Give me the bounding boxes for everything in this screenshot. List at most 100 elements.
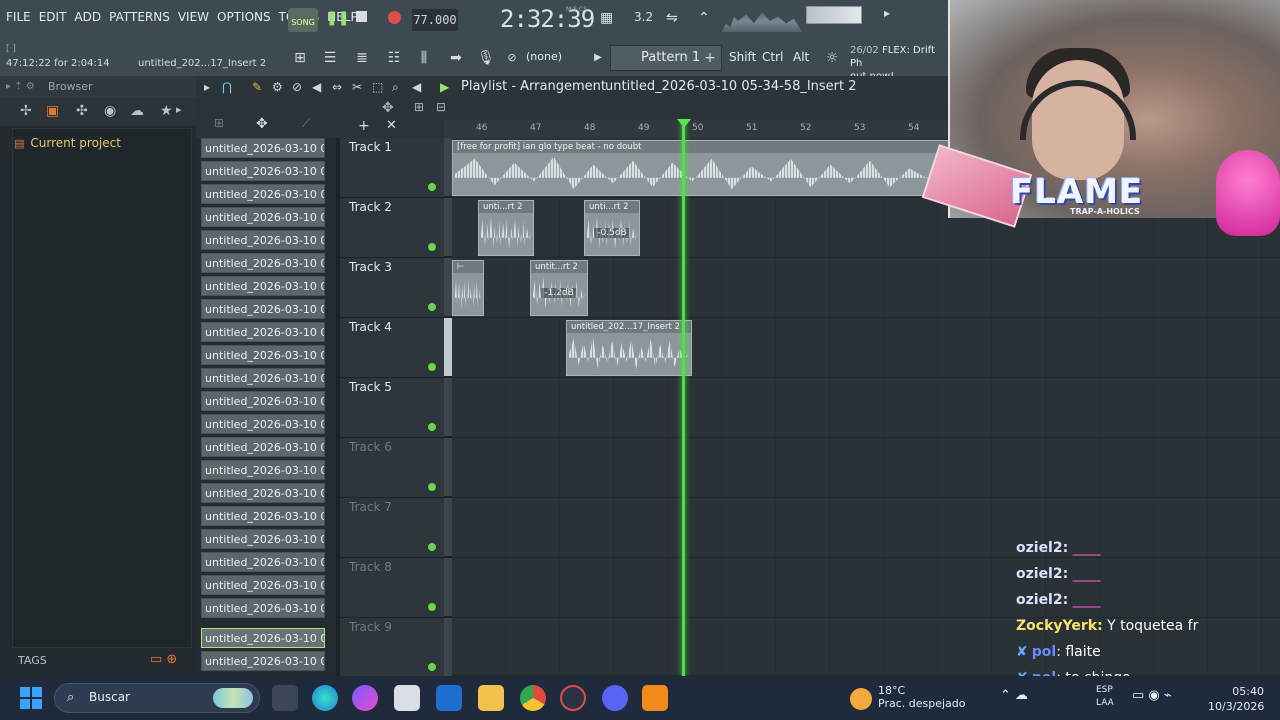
menu-options[interactable]: OPTIONS xyxy=(217,10,271,24)
track-header-9[interactable]: Track 9 xyxy=(340,618,444,678)
record-icon[interactable] xyxy=(388,11,401,24)
track-grip[interactable] xyxy=(444,618,452,676)
add-pattern-icon[interactable]: + xyxy=(700,48,720,68)
play-icon[interactable]: ▶ xyxy=(440,80,449,94)
scroll-arrows-icon[interactable]: ✥ xyxy=(382,100,394,116)
track-enable-led[interactable] xyxy=(428,243,436,251)
menu-edit[interactable]: EDIT xyxy=(39,10,67,24)
store-icon[interactable] xyxy=(394,685,420,711)
track-enable-led[interactable] xyxy=(428,183,436,191)
pattern-item[interactable]: untitled_2026-03-10 05-... xyxy=(201,230,325,250)
grid-icon-2[interactable]: ⊟ xyxy=(436,100,446,114)
pattern-item[interactable]: untitled_2026-03-10 05-... xyxy=(201,598,325,618)
outlook-icon[interactable] xyxy=(436,685,462,711)
track-enable-led[interactable] xyxy=(428,603,436,611)
pattern-item[interactable]: untitled_2026-03-10 05-... xyxy=(201,414,325,434)
pattern-item[interactable]: untitled_2026-03-10 05-... xyxy=(201,322,325,342)
project-files-icon[interactable]: ▣ xyxy=(46,103,59,119)
audio-clip[interactable]: unti...rt 2 -0.5dB xyxy=(584,200,640,256)
zoom-tool-icon[interactable]: ⌕ xyxy=(392,80,399,95)
browser-next-icon[interactable]: ▸ xyxy=(176,103,182,116)
track-grip[interactable] xyxy=(444,318,452,376)
menu-add[interactable]: ADD xyxy=(74,10,101,24)
audio-clip[interactable]: unti...rt 2 xyxy=(478,200,534,256)
link-icon[interactable]: ⊘ xyxy=(502,48,522,68)
grid-icon[interactable]: ⊞ xyxy=(414,100,424,114)
tempo-display[interactable]: 77.000 xyxy=(412,9,458,31)
pattern-item[interactable]: untitled_2026-03-10 05-... xyxy=(201,299,325,319)
mixer-icon[interactable]: ⫼ xyxy=(414,48,434,68)
discord-icon[interactable] xyxy=(602,685,628,711)
track-grip[interactable] xyxy=(444,558,452,616)
select-tool-icon[interactable]: ⬚ xyxy=(372,80,383,94)
menu-patterns[interactable]: PATTERNS xyxy=(109,10,170,24)
task-view-icon[interactable] xyxy=(272,685,298,711)
taskbar-search[interactable]: ⌕ Buscar xyxy=(54,683,260,713)
pattern-item[interactable]: untitled_2026-03-10 05-... xyxy=(201,460,325,480)
weather-widget[interactable]: 18°C Prac. despejado xyxy=(850,684,965,710)
windows-start-icon[interactable] xyxy=(20,687,42,709)
collapse-icon[interactable]: ✢ xyxy=(20,103,32,119)
song-mode-button[interactable]: SONG xyxy=(288,8,318,32)
pattern-item-selected[interactable]: untitled_2026-03-10 05-... xyxy=(201,628,325,648)
audio-clip[interactable]: ⊢ xyxy=(452,260,484,316)
loop-icon[interactable]: ⇋ xyxy=(666,10,678,26)
pattern-item[interactable]: untitled_2026-03-10 05-... xyxy=(201,437,325,457)
current-project-node[interactable]: ▤ Current project xyxy=(14,136,121,150)
delete-tool-icon[interactable]: ⊘ xyxy=(292,80,302,94)
edge-icon[interactable] xyxy=(312,685,338,711)
microphone-icon[interactable]: 🎙 xyxy=(476,48,496,68)
track-header-4[interactable]: Track 4 xyxy=(340,318,444,378)
playlist-menu-icon[interactable]: ▸ xyxy=(204,80,210,94)
output-selector[interactable]: (none) xyxy=(526,50,562,63)
track-enable-led[interactable] xyxy=(428,543,436,551)
mute-tool-icon[interactable]: ◀ xyxy=(312,80,321,94)
track-grip[interactable] xyxy=(444,438,452,496)
plugin-db-icon[interactable]: ✣ xyxy=(76,103,88,119)
track-grip[interactable] xyxy=(444,138,452,196)
language-indicator[interactable]: ESP LAA xyxy=(1096,684,1114,710)
network-volume-icons[interactable]: ▭ ◉ ⌁ xyxy=(1132,688,1172,703)
add-track-icon[interactable]: + xyxy=(358,118,370,134)
playback-tool-icon[interactable]: ◀ xyxy=(412,80,421,94)
piano-roll-icon[interactable]: ≣ xyxy=(352,48,372,68)
slip-tool-icon[interactable]: ⇔ xyxy=(332,80,342,94)
pattern-item[interactable]: untitled_2026-03-10 05-... xyxy=(201,651,325,671)
fl-studio-icon[interactable] xyxy=(642,685,668,711)
track-header-8[interactable]: Track 8 xyxy=(340,558,444,618)
chrome-icon[interactable] xyxy=(520,685,546,711)
pattern-item[interactable]: untitled_2026-03-10 05-... xyxy=(201,276,325,296)
track-enable-led[interactable] xyxy=(428,423,436,431)
close-icon[interactable]: ✕ xyxy=(386,118,397,133)
system-tray[interactable]: ⌃ ☁ xyxy=(1000,688,1028,703)
search-icon[interactable]: ▭ ⊕ xyxy=(150,652,177,667)
star-icon[interactable]: ★ xyxy=(160,103,173,119)
menu-view[interactable]: VIEW xyxy=(178,10,209,24)
shift-key[interactable]: Shift xyxy=(729,50,756,64)
channel-rack-icon[interactable]: ☷ xyxy=(384,48,404,68)
keyboard-icon[interactable]: ▦ xyxy=(600,10,613,26)
track-header-3[interactable]: Track 3 xyxy=(340,258,444,318)
pattern-item[interactable]: untitled_2026-03-10 05-... xyxy=(201,184,325,204)
track-enable-led[interactable] xyxy=(428,663,436,671)
track-grip[interactable] xyxy=(444,378,452,436)
browser-menu-icon[interactable]: ▸ ⇡ ⚙ xyxy=(6,76,35,98)
pattern-item[interactable]: untitled_2026-03-10 05-... xyxy=(201,368,325,388)
alt-key[interactable]: Alt xyxy=(793,50,809,64)
track-header-5[interactable]: Track 5 xyxy=(340,378,444,438)
play-arrow-icon[interactable]: ▶ xyxy=(588,48,608,68)
track-lane-6[interactable] xyxy=(452,438,1280,498)
copilot-icon[interactable] xyxy=(352,685,378,711)
plugins-icon[interactable]: ◉ xyxy=(104,103,116,119)
pattern-item[interactable]: untitled_2026-03-10 05-... xyxy=(201,391,325,411)
pattern-item[interactable]: untitled_2026-03-10 05-... xyxy=(201,207,325,227)
track-grip[interactable] xyxy=(444,498,452,556)
pattern-item[interactable]: untitled_2026-03-10 05-... xyxy=(201,253,325,273)
tags-label[interactable]: TAGS xyxy=(18,654,47,667)
magnet-icon[interactable]: ⋂ xyxy=(222,80,232,94)
pattern-item[interactable]: untitled_2026-03-10 05-... xyxy=(201,506,325,526)
slash-icon[interactable]: ⟋ xyxy=(302,116,310,131)
audio-clip[interactable]: untit...rt 2 -1.2dB xyxy=(530,260,588,316)
pattern-item[interactable]: untitled_2026-03-10 05-... xyxy=(201,138,325,158)
track-lane-5[interactable] xyxy=(452,378,1280,438)
